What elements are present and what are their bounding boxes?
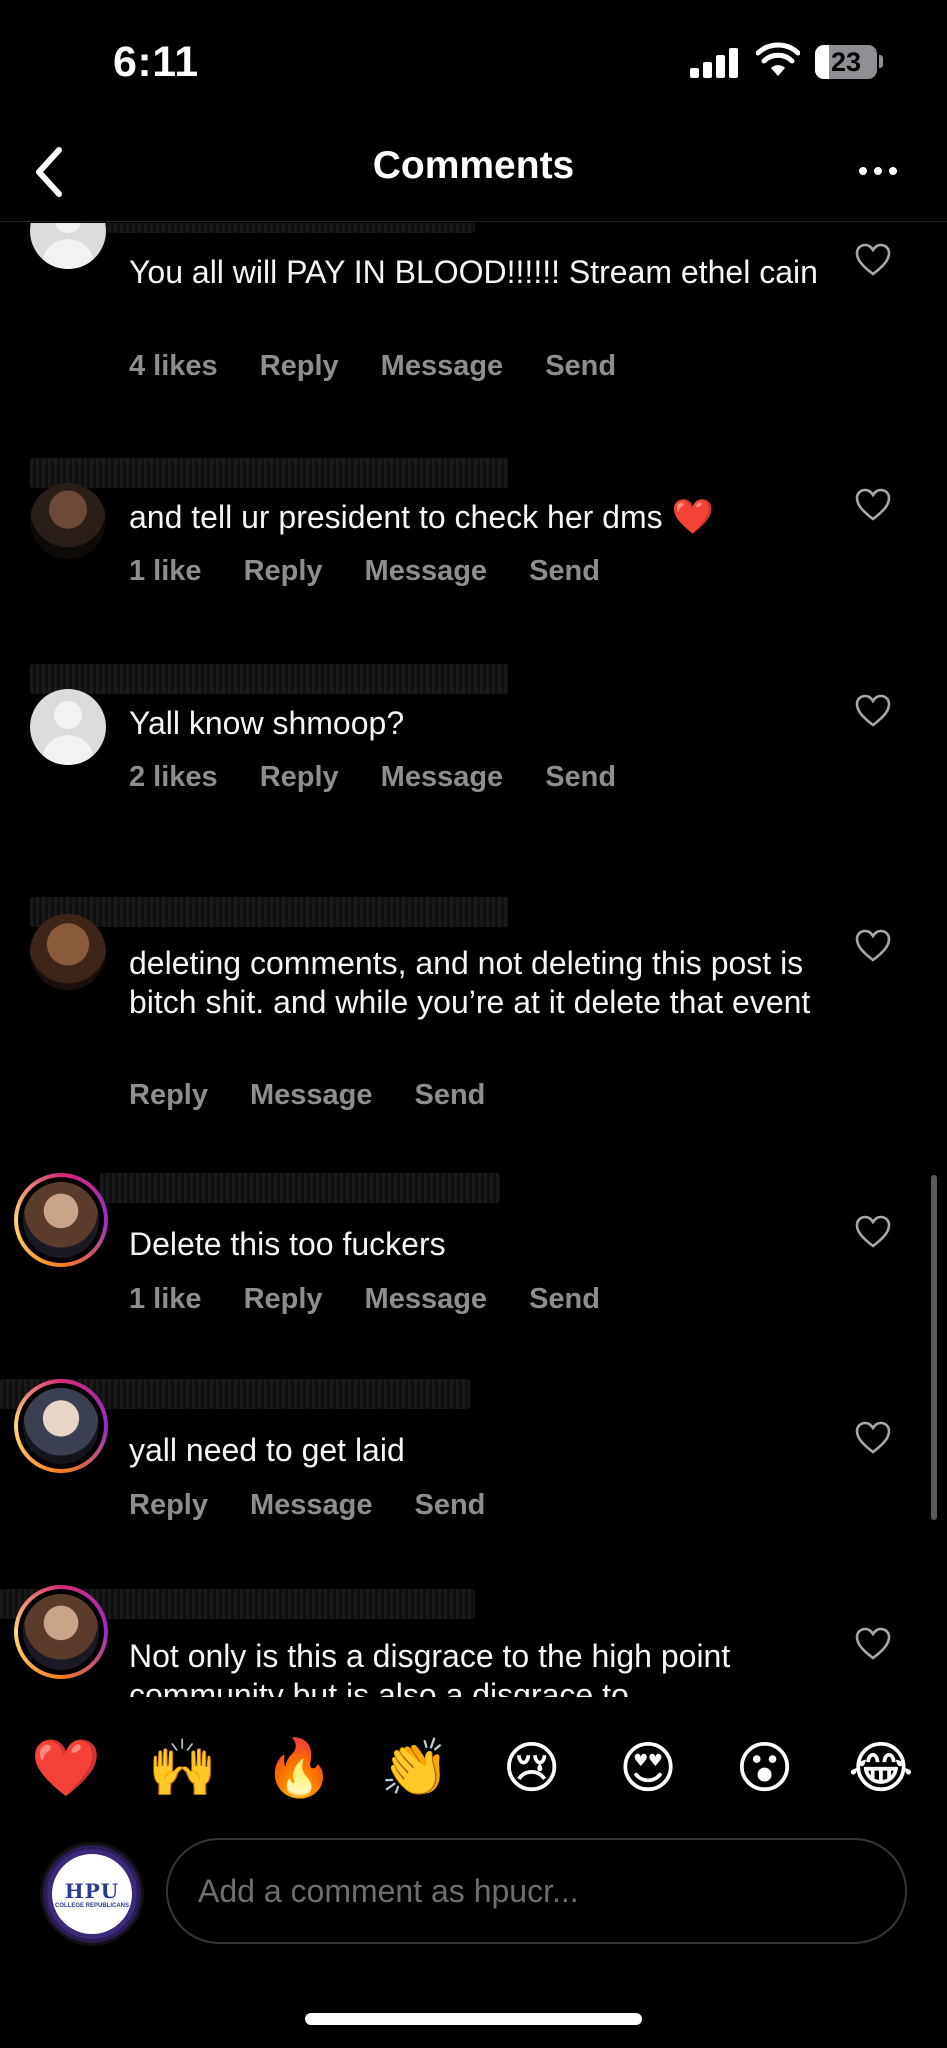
emoji-heart[interactable]: ❤️ xyxy=(28,1730,104,1806)
redacted-username xyxy=(30,897,508,927)
heart-icon[interactable] xyxy=(855,243,891,277)
battery-icon: 23 xyxy=(815,45,877,79)
send-button[interactable]: Send xyxy=(415,1079,486,1112)
comment-actions: 4 likes Reply Message Send xyxy=(129,350,616,383)
reply-button[interactable]: Reply xyxy=(129,1489,208,1522)
likes-count[interactable]: 2 likes xyxy=(129,761,218,794)
heart-icon[interactable] xyxy=(855,488,891,522)
story-ring[interactable] xyxy=(14,1173,108,1267)
current-user-avatar[interactable]: HPU COLLEGE REPUBLICANS xyxy=(40,1842,144,1946)
comment-list[interactable]: You all will PAY IN BLOOD!!!!!! Stream e… xyxy=(0,223,947,1697)
comment-actions: Reply Message Send xyxy=(129,1489,485,1522)
logo-subtext: COLLEGE REPUBLICANS xyxy=(54,1903,129,1909)
message-button[interactable]: Message xyxy=(365,1283,488,1316)
emoji-clapping[interactable]: 👏 xyxy=(377,1730,453,1806)
send-button[interactable]: Send xyxy=(545,350,616,383)
likes-count[interactable]: 4 likes xyxy=(129,350,218,383)
reply-button[interactable]: Reply xyxy=(244,555,323,588)
reply-button[interactable]: Reply xyxy=(129,1079,208,1112)
comment-text: and tell ur president to check her dms ❤… xyxy=(129,498,849,537)
red-heart-emoji: ❤️ xyxy=(671,498,714,536)
emoji-heart-eyes[interactable]: 😍 xyxy=(610,1730,686,1806)
story-ring[interactable] xyxy=(14,1379,108,1473)
comment-text: Delete this too fuckers xyxy=(129,1226,446,1262)
likes-count[interactable]: 1 like xyxy=(129,1283,202,1316)
avatar[interactable] xyxy=(30,223,106,269)
avatar xyxy=(23,1388,99,1464)
comment-actions: 1 like Reply Message Send xyxy=(129,555,600,588)
message-button[interactable]: Message xyxy=(365,555,488,588)
comments-header: Comments xyxy=(0,122,947,222)
reply-button[interactable]: Reply xyxy=(260,350,339,383)
heart-icon[interactable] xyxy=(855,694,891,728)
status-bar: 6:11 23 xyxy=(0,0,947,120)
comment-text: You all will PAY IN BLOOD!!!!!! Stream e… xyxy=(129,254,818,290)
cellular-signal-icon xyxy=(690,48,740,78)
home-indicator[interactable] xyxy=(305,2013,642,2025)
comment-text: Yall know shmoop? xyxy=(129,705,405,741)
likes-count[interactable]: 1 like xyxy=(129,555,202,588)
comment-actions: 1 like Reply Message Send xyxy=(129,1283,600,1316)
more-dot xyxy=(874,167,882,175)
send-button[interactable]: Send xyxy=(529,1283,600,1316)
comment-text: deleting comments, and not deleting this… xyxy=(129,945,811,1020)
reply-button[interactable]: Reply xyxy=(244,1283,323,1316)
message-button[interactable]: Message xyxy=(250,1079,373,1112)
avatar xyxy=(23,1594,99,1670)
screen: 6:11 23 Comments You all will PAY IN BLO… xyxy=(0,0,947,2048)
hpu-logo: HPU COLLEGE REPUBLICANS xyxy=(47,1849,137,1939)
emoji-bar: ❤️ 🙌 🔥 👏 😢 😍 😮 😂 xyxy=(0,1730,947,1810)
redacted-username xyxy=(30,664,508,694)
avatar[interactable] xyxy=(30,483,106,559)
avatar[interactable] xyxy=(30,689,106,765)
redacted-username xyxy=(100,1173,500,1203)
story-ring[interactable] xyxy=(14,1585,108,1679)
battery-percentage: 23 xyxy=(830,47,862,77)
comment-input[interactable] xyxy=(166,1838,907,1944)
heart-icon[interactable] xyxy=(855,1627,891,1661)
comment-composer: HPU COLLEGE REPUBLICANS xyxy=(0,1838,947,1948)
message-button[interactable]: Message xyxy=(250,1489,373,1522)
emoji-surprised[interactable]: 😮 xyxy=(727,1730,803,1806)
emoji-crying[interactable]: 😢 xyxy=(494,1730,570,1806)
comment-text-body: and tell ur president to check her dms xyxy=(129,499,663,535)
wifi-icon xyxy=(756,42,800,76)
comment-text: Not only is this a disgrace to the high … xyxy=(129,1638,731,1697)
heart-icon[interactable] xyxy=(855,1215,891,1249)
message-button[interactable]: Message xyxy=(381,350,504,383)
more-dot xyxy=(859,167,867,175)
comment-text: yall need to get laid xyxy=(129,1432,405,1468)
reply-button[interactable]: Reply xyxy=(260,761,339,794)
send-button[interactable]: Send xyxy=(529,555,600,588)
emoji-raised-hands[interactable]: 🙌 xyxy=(144,1730,220,1806)
heart-icon[interactable] xyxy=(855,929,891,963)
message-button[interactable]: Message xyxy=(381,761,504,794)
avatar[interactable] xyxy=(30,914,106,990)
send-button[interactable]: Send xyxy=(415,1489,486,1522)
more-dot xyxy=(889,167,897,175)
page-title: Comments xyxy=(372,144,575,187)
comment-actions: 2 likes Reply Message Send xyxy=(129,761,616,794)
redacted-username xyxy=(30,458,508,488)
battery-tip xyxy=(879,55,883,68)
logo-text: HPU xyxy=(64,1879,120,1903)
scrollbar[interactable] xyxy=(931,1175,937,1520)
status-time: 6:11 xyxy=(113,38,199,86)
send-button[interactable]: Send xyxy=(545,761,616,794)
emoji-laughing[interactable]: 😂 xyxy=(843,1730,919,1806)
comment-actions: Reply Message Send xyxy=(129,1079,485,1112)
emoji-fire[interactable]: 🔥 xyxy=(261,1730,337,1806)
avatar xyxy=(23,1182,99,1258)
more-options-button[interactable] xyxy=(848,146,908,196)
heart-icon[interactable] xyxy=(855,1421,891,1455)
